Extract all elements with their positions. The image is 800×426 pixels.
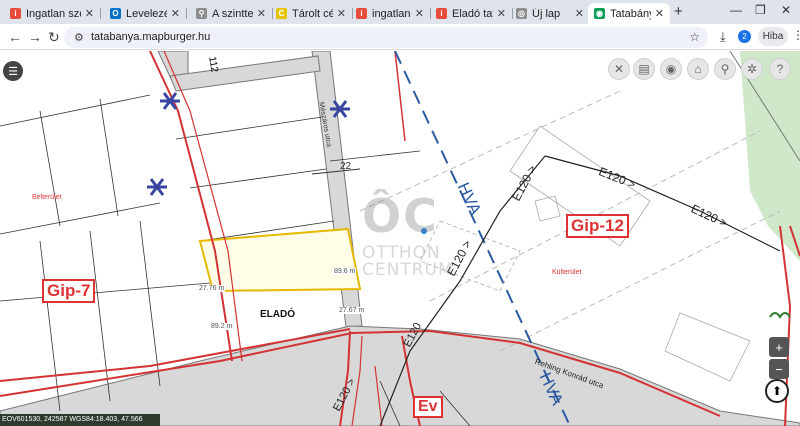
zone-ev-label[interactable]: Ev [413, 396, 443, 418]
back-icon[interactable]: ← [8, 29, 22, 45]
forward-icon[interactable]: → [28, 29, 42, 45]
tab-2[interactable]: O Levelezés – I ✕ [104, 3, 186, 24]
tab-close-icon[interactable]: ✕ [257, 7, 266, 20]
settings-icon[interactable]: ✲ [741, 58, 763, 80]
belterulet-label: Belterület [32, 194, 62, 201]
help-icon[interactable]: ? [769, 58, 791, 80]
measurement-right: 27.67 m [338, 307, 366, 314]
tab-separator [100, 8, 101, 19]
coordinate-readout: EOV601530, 242587 WGS84:18.403, 47.566 [0, 414, 160, 426]
tab-separator [186, 8, 187, 19]
tab-title: Ingatlan szen [26, 7, 81, 20]
tab-title: Eladó tatabá [452, 7, 493, 20]
tab-close-icon[interactable]: ✕ [497, 7, 506, 20]
download-icon[interactable]: ⤓ [720, 29, 726, 45]
kulterulet-label: Külterület [552, 269, 582, 276]
map-canvas [0, 51, 800, 426]
map-logo-icon [769, 312, 791, 319]
tab-5[interactable]: i ingatlan.com ✕ [350, 3, 430, 24]
tab-close-icon[interactable]: ✕ [85, 7, 94, 20]
for-sale-label[interactable]: ELADÓ [260, 309, 295, 320]
measurement-top: 27.76 m [198, 285, 226, 292]
tab-title: Tárolt cégkiv [292, 7, 333, 20]
road-connector [169, 55, 321, 92]
tab-close-icon[interactable]: ✕ [171, 7, 180, 20]
zoom-out-button[interactable]: − [769, 359, 789, 379]
site-info-icon[interactable]: ⚙ [74, 31, 84, 44]
tab-3[interactable]: ⚲ A szintterület ✕ [190, 3, 272, 24]
address-bar[interactable]: ⚙ tatabanya.mapburger.hu ☆ [64, 27, 708, 48]
zone-gip7-label[interactable]: Gip-7 [42, 279, 96, 303]
tab-favicon-icon: i [10, 8, 21, 19]
measurement-left: 89.2 m [210, 323, 234, 330]
tab-favicon-icon: O [110, 8, 121, 19]
map-view[interactable]: ÔC OTTHON CENTRUM 112 Mészáros utca 22 B… [0, 51, 800, 426]
tab-favicon-icon: ⚲ [196, 8, 207, 19]
tab-8[interactable]: ◉ Tatabánya té ✕ [588, 3, 670, 24]
new-tab-button[interactable]: + [674, 3, 683, 20]
close-icon[interactable]: ✕ [608, 58, 630, 80]
tab-title: Levelezés – I [126, 7, 167, 20]
tab-close-icon[interactable]: ✕ [415, 7, 424, 20]
tab-bar: i Ingatlan szen ✕ O Levelezés – I ✕ ⚲ A szintte… [0, 0, 800, 24]
tab-1[interactable]: i Ingatlan szen ✕ [4, 3, 100, 24]
tab-title: Új lap [532, 7, 561, 20]
search-icon[interactable]: ⚲ [714, 58, 736, 80]
zoom-in-button[interactable]: + [769, 337, 789, 357]
tab-7[interactable]: ◎ Új lap ✕ [510, 3, 590, 24]
browser-toolbar: ← → ↻ ⚙ tatabanya.mapburger.hu ☆ ⤓ 2 Hib… [0, 24, 800, 50]
reload-icon[interactable]: ↻ [48, 29, 60, 46]
layers-icon[interactable]: ▤ [633, 58, 655, 80]
zone-gip12-label[interactable]: Gip-12 [566, 214, 629, 238]
measurement-right-top: 89.6 m [333, 268, 357, 275]
error-button[interactable]: Hiba [758, 27, 788, 46]
tab-close-icon[interactable]: ✕ [575, 7, 584, 20]
dimension-22-label: 22 [340, 161, 352, 172]
url-text[interactable]: tatabanya.mapburger.hu [91, 31, 210, 43]
close-window-icon[interactable]: ✕ [781, 3, 791, 17]
tab-favicon-icon: C [276, 8, 287, 19]
tab-favicon-icon: ◎ [516, 8, 527, 19]
tab-title: ingatlan.com [372, 7, 411, 20]
profile-badge[interactable]: 2 [738, 30, 751, 43]
restore-icon[interactable]: ❐ [755, 3, 766, 17]
tab-6[interactable]: i Eladó tatabá ✕ [430, 3, 512, 24]
eye-icon[interactable]: ◉ [660, 58, 682, 80]
location-dot [421, 228, 427, 234]
tab-favicon-icon: ◉ [594, 8, 605, 19]
tab-4[interactable]: C Tárolt cégkiv ✕ [270, 3, 352, 24]
hamburger-icon[interactable]: ☰ [3, 61, 23, 81]
tab-favicon-icon: i [356, 8, 367, 19]
compass-icon[interactable]: ⬆ [765, 379, 789, 403]
tab-favicon-icon: i [436, 8, 447, 19]
tab-title: A szintterület [212, 7, 253, 20]
tab-close-icon[interactable]: ✕ [655, 7, 664, 20]
minimize-icon[interactable]: — [730, 3, 742, 17]
home-icon[interactable]: ⌂ [687, 58, 709, 80]
tab-close-icon[interactable]: ✕ [337, 7, 346, 20]
bookmark-star-icon[interactable]: ☆ [689, 30, 700, 44]
menu-icon[interactable]: ⋮ [792, 28, 800, 42]
tab-title: Tatabánya té [610, 7, 651, 20]
